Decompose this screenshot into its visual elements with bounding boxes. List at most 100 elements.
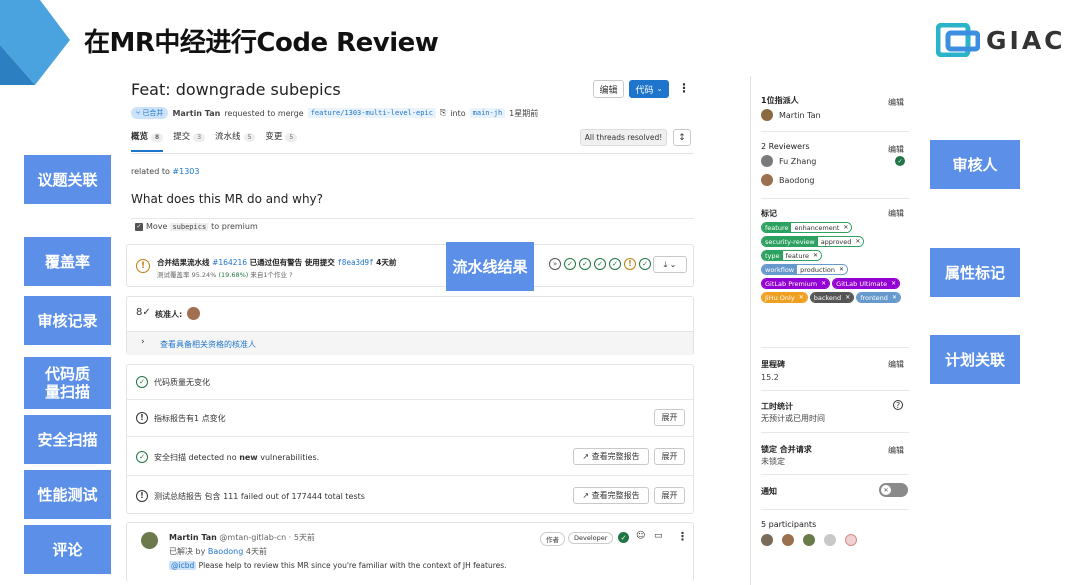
assignee-title: 1位指派人 bbox=[761, 96, 799, 105]
tag-plan-link: 计划关联 bbox=[930, 335, 1020, 384]
tag-code-quality: 代码质量扫描 bbox=[24, 357, 111, 409]
label-chip[interactable]: GitLab Premium ✕ bbox=[761, 278, 831, 289]
label-chip[interactable]: feature enhancement ✕ bbox=[761, 222, 853, 233]
tab-overview[interactable]: 概览 8 bbox=[131, 130, 164, 152]
related-issue-link[interactable]: #1303 bbox=[172, 167, 199, 176]
approver-avatar[interactable] bbox=[187, 307, 200, 320]
approval-icon: 8✓ bbox=[136, 307, 151, 318]
external-link-icon: ↗ bbox=[582, 452, 590, 461]
participant-avatar[interactable] bbox=[761, 534, 773, 546]
remove-label-icon[interactable]: ✕ bbox=[842, 223, 852, 232]
tests-full-report-button[interactable]: ↗ 查看完整报告 bbox=[573, 487, 649, 504]
remove-label-icon[interactable]: ✕ bbox=[854, 237, 864, 246]
remove-label-icon[interactable]: ✕ bbox=[812, 251, 822, 260]
logo-text: GIAC bbox=[986, 25, 1066, 55]
label-chip[interactable]: backend ✕ bbox=[809, 292, 855, 303]
help-icon[interactable]: ? bbox=[289, 271, 292, 279]
edit-button[interactable]: 编辑 bbox=[593, 80, 624, 98]
stage-passed-icon[interactable]: ✓ bbox=[564, 258, 576, 270]
participant-avatar[interactable] bbox=[782, 534, 794, 546]
participant-avatar[interactable] bbox=[803, 534, 815, 546]
stage-passed-icon[interactable]: ✓ bbox=[594, 258, 606, 270]
author-link[interactable]: Martin Tan bbox=[172, 109, 220, 118]
remove-label-icon[interactable]: ✕ bbox=[820, 279, 830, 288]
mention-link[interactable]: @icbd bbox=[169, 561, 197, 570]
external-link-icon: ↗ bbox=[582, 491, 590, 500]
label-chip[interactable]: GitLab Ultimate ✕ bbox=[832, 278, 901, 289]
resolver-link[interactable]: Baodong bbox=[208, 547, 243, 556]
milestone-value[interactable]: 15.2 bbox=[761, 373, 779, 382]
copy-icon[interactable]: ⎘ bbox=[440, 108, 446, 118]
source-branch[interactable]: feature/1303-multi-level-epic bbox=[307, 108, 436, 118]
mr-time: 1星期前 bbox=[509, 108, 539, 118]
label-chip[interactable]: type feature ✕ bbox=[761, 250, 823, 261]
pipeline-card: ! 合并结果流水线 #164216 已通过但有警告 使用提交 f8ea3d9f … bbox=[126, 244, 694, 287]
eligible-approvers-link[interactable]: 查看具备相关资格的核准人 bbox=[160, 339, 256, 350]
pipeline-warning-icon[interactable]: ! bbox=[136, 259, 150, 273]
assignee-edit-link[interactable]: 编辑 bbox=[888, 97, 904, 108]
label-value: enhancement bbox=[791, 223, 843, 232]
label-chip[interactable]: JiHu Only ✕ bbox=[761, 292, 808, 303]
milestone-edit-link[interactable]: 编辑 bbox=[888, 359, 904, 370]
notifications-title: 通知 bbox=[761, 487, 777, 496]
security-full-report-button[interactable]: ↗ 查看完整报告 bbox=[573, 448, 649, 465]
commit-link[interactable]: f8ea3d9f bbox=[337, 258, 373, 267]
stage-passed-icon[interactable]: ✓ bbox=[639, 258, 651, 270]
comment-avatar[interactable] bbox=[141, 532, 158, 549]
chevron-down-icon: ⌄ bbox=[656, 85, 663, 93]
assignee-row[interactable]: Martin Tan bbox=[761, 109, 821, 121]
stage-warning-icon[interactable]: ! bbox=[624, 258, 636, 270]
remove-label-icon[interactable]: ✕ bbox=[890, 293, 900, 302]
label-chip[interactable]: security-review approved ✕ bbox=[761, 236, 865, 247]
status-badge: ⑂ 已合并 bbox=[131, 107, 169, 119]
lock-edit-link[interactable]: 编辑 bbox=[888, 445, 904, 456]
participant-avatar[interactable] bbox=[845, 534, 857, 546]
expand-tests-button[interactable]: 展开 bbox=[654, 487, 685, 504]
download-artifacts-button[interactable]: ⤓ ⌄ bbox=[653, 256, 687, 273]
approver-label: 核准人: bbox=[155, 310, 183, 319]
stage-passed-icon[interactable]: ✓ bbox=[609, 258, 621, 270]
stage-passed-icon[interactable]: ✓ bbox=[579, 258, 591, 270]
pipeline-id-link[interactable]: #164216 bbox=[212, 258, 247, 267]
resolved-check-icon[interactable]: ✓ bbox=[618, 532, 629, 543]
checkbox-checked-icon[interactable]: ✓ bbox=[135, 222, 143, 231]
approvers-expand-row[interactable]: › 查看具备相关资格的核准人 bbox=[127, 331, 693, 355]
remove-label-icon[interactable]: ✕ bbox=[844, 293, 854, 302]
reviewer-row[interactable]: Fu Zhang bbox=[761, 155, 816, 167]
label-chip[interactable]: frontend ✕ bbox=[856, 292, 901, 303]
reviewer-row[interactable]: Baodong bbox=[761, 174, 814, 186]
comment-author[interactable]: Martin Tan bbox=[169, 533, 217, 542]
more-actions-icon[interactable]: ⋮ bbox=[678, 81, 690, 95]
expand-toggle-icon[interactable]: ↕ bbox=[673, 129, 691, 146]
label-chip[interactable]: workflow production ✕ bbox=[761, 264, 849, 275]
assignee-avatar bbox=[761, 109, 773, 121]
participant-avatar[interactable] bbox=[824, 534, 836, 546]
expand-security-button[interactable]: 展开 bbox=[654, 448, 685, 465]
check-row-metrics: ! 指标报告有1 点变化 bbox=[136, 412, 226, 424]
notifications-toggle[interactable]: ✕ bbox=[879, 483, 908, 497]
time-tracking-value: 无预计或已用时间 bbox=[761, 414, 825, 423]
tab-pipelines[interactable]: 流水线 5 bbox=[215, 130, 256, 152]
code-dropdown-button[interactable]: 代码 ⌄ bbox=[629, 80, 669, 98]
reply-icon[interactable]: ▭ bbox=[654, 531, 663, 541]
reviewers-edit-link[interactable]: 编辑 bbox=[888, 144, 904, 155]
mr-title: Feat: downgrade subepics bbox=[131, 80, 341, 99]
tag-comment: 评论 bbox=[24, 525, 111, 574]
expand-metrics-button[interactable]: 展开 bbox=[654, 409, 685, 426]
mr-tabs: 概览 8 提交 3 流水线 5 变更 5 bbox=[131, 130, 298, 152]
threads-resolved-button[interactable]: All threads resolved! bbox=[580, 129, 667, 146]
check-row-tests: ! 测试总结报告 包含 111 failed out of 177444 tot… bbox=[136, 490, 365, 502]
author-badge: 作者 bbox=[540, 532, 565, 546]
time-help-icon[interactable]: ? bbox=[893, 400, 903, 410]
label-key: JiHu Only bbox=[762, 293, 798, 302]
labels-edit-link[interactable]: 编辑 bbox=[888, 208, 904, 219]
stage-skip-icon[interactable]: » bbox=[549, 258, 561, 270]
comment-more-icon[interactable]: ⋮ bbox=[677, 530, 688, 543]
remove-label-icon[interactable]: ✕ bbox=[890, 279, 900, 288]
emoji-icon[interactable]: ☺ bbox=[636, 531, 645, 541]
remove-label-icon[interactable]: ✕ bbox=[838, 265, 848, 274]
remove-label-icon[interactable]: ✕ bbox=[797, 293, 807, 302]
target-branch[interactable]: main-jh bbox=[469, 108, 506, 118]
tab-changes[interactable]: 变更 5 bbox=[265, 130, 298, 152]
tab-commits[interactable]: 提交 3 bbox=[173, 130, 206, 152]
